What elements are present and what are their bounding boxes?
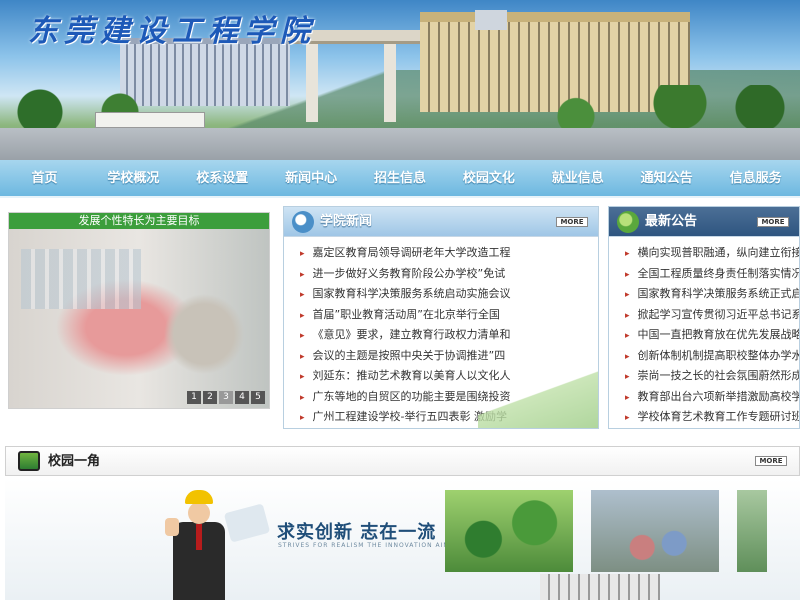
campus-slogan: 求实创新 志在一流 xyxy=(277,522,437,543)
news-item[interactable]: 会议的主题是按照中央关于协调推进”四 xyxy=(300,346,598,367)
campus-photo-garden[interactable] xyxy=(445,490,573,572)
campus-corner-title: 校园一角 xyxy=(48,454,101,469)
slide-page-button[interactable]: 3 xyxy=(219,391,233,404)
news-panel-decoration xyxy=(478,368,598,428)
news-item[interactable]: 首届”职业教育活动周”在北京举行全国 xyxy=(300,305,598,326)
slideshow-caption: 发展个性特长为主要目标 xyxy=(9,213,269,229)
notice-item[interactable]: 中国一直把教育放在优先发展战略... xyxy=(625,325,799,346)
notice-item[interactable]: 横向实现普职融通，纵向建立衔接... xyxy=(625,243,799,264)
slideshow-pager: 1 2 3 4 5 xyxy=(187,391,265,404)
slide-page-button[interactable]: 4 xyxy=(235,391,249,404)
notice-list: 横向实现普职融通，纵向建立衔接... 全国工程质量终身责任制落实情况... 国家… xyxy=(609,237,799,428)
nav-item-employment[interactable]: 就业信息 xyxy=(533,160,622,196)
nav-item-notices[interactable]: 通知公告 xyxy=(622,160,711,196)
notice-item[interactable]: 全国工程质量终身责任制落实情况... xyxy=(625,264,799,285)
nav-item-services[interactable]: 信息服务 xyxy=(711,160,800,196)
news-item[interactable]: 国家教育科学决策服务系统启动实施会议 xyxy=(300,284,598,305)
engineer-illustration xyxy=(165,490,235,600)
news-item[interactable]: 进一步做好义务教育阶段公办学校”免试 xyxy=(300,264,598,285)
news-item[interactable]: 《意见》要求，建立教育行政权力清单和 xyxy=(300,325,598,346)
banner-tower xyxy=(475,10,507,30)
slideshow-photo[interactable] xyxy=(9,229,269,408)
bookshelf-icon xyxy=(18,451,40,471)
header-banner: 东莞建设工程学院 xyxy=(0,0,800,160)
nav-item-overview[interactable]: 学校概况 xyxy=(89,160,178,196)
notice-item[interactable]: 创新体制机制提高职校整体办学水... xyxy=(625,346,799,367)
notice-item[interactable]: 崇尚一技之长的社会氛围蔚然形成... xyxy=(625,366,799,387)
main-nav: 首页 学校概况 校系设置 新闻中心 招生信息 校园文化 就业信息 通知公告 信息… xyxy=(0,160,800,198)
slide-page-button[interactable]: 2 xyxy=(203,391,217,404)
news-panel: 学院新闻 MORE 嘉定区教育局领导调研老年大学改造工程 进一步做好义务教育阶段… xyxy=(283,206,599,429)
notice-item[interactable]: 掀起学习宣传贯彻习近平总书记系... xyxy=(625,305,799,326)
nav-item-departments[interactable]: 校系设置 xyxy=(178,160,267,196)
news-icon xyxy=(292,211,314,233)
campus-more-button[interactable]: MORE xyxy=(755,456,787,466)
slide-page-button[interactable]: 5 xyxy=(251,391,265,404)
news-panel-header: 学院新闻 MORE xyxy=(284,207,598,237)
slideshow[interactable]: 发展个性特长为主要目标 1 2 3 4 5 xyxy=(8,212,270,409)
notice-panel-title: 最新公告 xyxy=(645,214,698,229)
news-more-button[interactable]: MORE xyxy=(556,217,588,227)
campus-photo-students[interactable] xyxy=(591,490,719,572)
notice-panel: 最新公告 MORE 横向实现普职融通，纵向建立衔接... 全国工程质量终身责任制… xyxy=(608,206,800,429)
chat-bubble-icon xyxy=(617,211,639,233)
campus-photo-partial[interactable] xyxy=(737,490,767,572)
news-panel-title: 学院新闻 xyxy=(320,214,373,229)
notice-item[interactable]: 教育部出台六项新举措激励高校学... xyxy=(625,387,799,408)
campus-corner-header: 校园一角 MORE xyxy=(5,446,800,476)
site-logo-title: 东莞建设工程学院 xyxy=(28,14,316,49)
campus-slogan-en: STRIVES FOR REALISM THE INNOVATION AIM A xyxy=(278,542,458,549)
notice-panel-header: 最新公告 MORE xyxy=(609,207,799,237)
nav-item-admissions[interactable]: 招生信息 xyxy=(356,160,445,196)
news-item[interactable]: 嘉定区教育局领导调研老年大学改造工程 xyxy=(300,243,598,264)
slide-page-button[interactable]: 1 xyxy=(187,391,201,404)
nav-item-news[interactable]: 新闻中心 xyxy=(267,160,356,196)
gallery-building-illustration xyxy=(540,574,660,600)
nav-item-home[interactable]: 首页 xyxy=(0,160,89,196)
banner-sign xyxy=(95,112,205,128)
campus-gallery: 求实创新 志在一流 STRIVES FOR REALISM THE INNOVA… xyxy=(5,478,800,600)
banner-road xyxy=(0,128,800,160)
notice-item[interactable]: 学校体育艺术教育工作专题研讨班... xyxy=(625,407,799,428)
notice-more-button[interactable]: MORE xyxy=(757,217,789,227)
nav-item-culture[interactable]: 校园文化 xyxy=(444,160,533,196)
notice-item[interactable]: 国家教育科学决策服务系统正式启... xyxy=(625,284,799,305)
